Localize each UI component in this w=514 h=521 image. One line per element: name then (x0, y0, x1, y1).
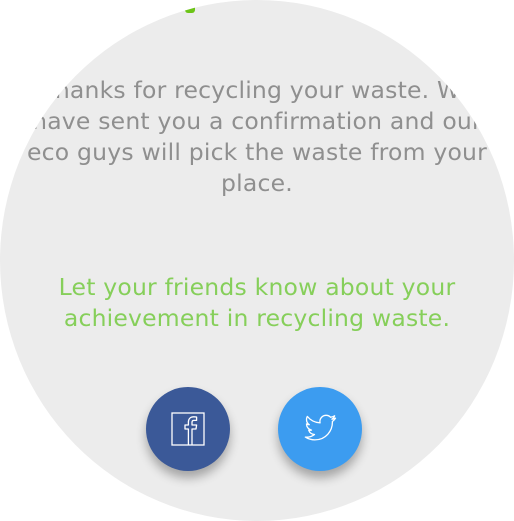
confirmation-message: Thanks for recycling your waste. We have… (0, 75, 514, 199)
top-accent-mark (185, 0, 195, 13)
confirmation-line: have sent you a confirmation and our (32, 107, 482, 135)
confirmation-line: place. (221, 169, 293, 197)
confirmation-line: eco guys will pick the waste from your (26, 138, 488, 166)
twitter-share-button[interactable] (278, 387, 362, 471)
content-circle: Thanks for recycling your waste. We have… (0, 0, 514, 521)
facebook-icon (171, 412, 205, 446)
share-prompt-line: Let your friends know about your (58, 273, 456, 301)
confirmation-line: Thanks for recycling your waste. We (40, 76, 474, 104)
share-prompt-line: achievement in recycling waste. (63, 304, 451, 332)
facebook-share-button[interactable] (146, 387, 230, 471)
confirmation-screen: Thanks for recycling your waste. We have… (0, 0, 514, 521)
share-prompt: Let your friends know about your achieve… (0, 272, 514, 334)
twitter-icon (303, 414, 337, 444)
